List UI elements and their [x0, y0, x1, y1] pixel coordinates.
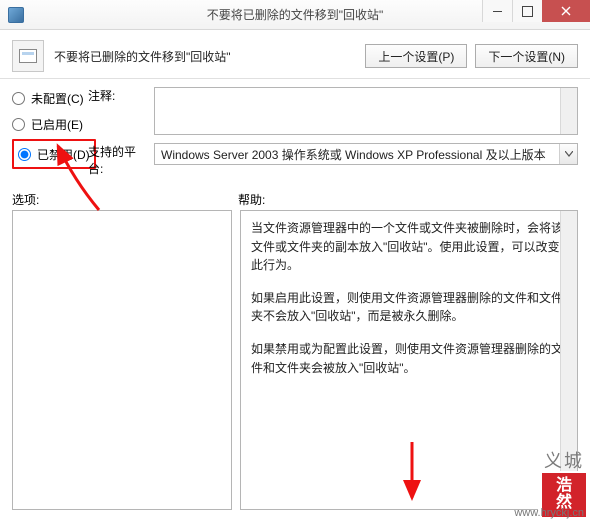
- help-text: 当文件资源管理器中的一个文件或文件夹被删除时，会将该文件或文件夹的副本放入"回收…: [251, 219, 567, 377]
- header-title: 不要将已删除的文件移到"回收站": [54, 48, 355, 65]
- radio-disabled-label: 已禁用(D): [37, 146, 90, 163]
- radio-unconfigured-label: 未配置(C): [31, 90, 84, 107]
- radio-unconfigured-input[interactable]: [12, 92, 25, 105]
- platform-combo[interactable]: Windows Server 2003 操作系统或 Windows XP Pro…: [154, 143, 578, 165]
- watermark-side-text: 义城: [544, 447, 584, 473]
- comment-scrollbar[interactable]: [560, 88, 577, 134]
- comment-row: 注释:: [158, 87, 578, 135]
- minimize-button[interactable]: [482, 0, 512, 22]
- help-panel: 当文件资源管理器中的一个文件或文件夹被删除时，会将该文件或文件夹的副本放入"回收…: [240, 210, 578, 510]
- window-buttons: [482, 0, 590, 22]
- help-label: 帮助:: [238, 191, 578, 208]
- close-button[interactable]: [542, 0, 590, 22]
- options-panel: [12, 210, 232, 510]
- comment-label: 注释:: [88, 87, 146, 104]
- highlight-box: 已禁用(D): [12, 139, 96, 169]
- platform-value: Windows Server 2003 操作系统或 Windows XP Pro…: [161, 146, 546, 163]
- radio-disabled-input[interactable]: [18, 148, 31, 161]
- previous-setting-button[interactable]: 上一个设置(P): [365, 44, 467, 68]
- panels: 当文件资源管理器中的一个文件或文件夹被删除时，会将该文件或文件夹的副本放入"回收…: [0, 210, 590, 510]
- comment-textarea[interactable]: [154, 87, 578, 135]
- help-paragraph-1: 当文件资源管理器中的一个文件或文件夹被删除时，会将该文件或文件夹的副本放入"回收…: [251, 219, 567, 275]
- policy-icon: [12, 40, 44, 72]
- header-row: 不要将已删除的文件移到"回收站" 上一个设置(P) 下一个设置(N): [0, 30, 590, 79]
- radio-disabled[interactable]: 已禁用(D): [18, 143, 90, 165]
- titlebar: 不要将已删除的文件移到"回收站": [0, 0, 590, 30]
- maximize-button[interactable]: [512, 0, 542, 22]
- radio-enabled[interactable]: 已启用(E): [12, 113, 142, 135]
- chevron-down-icon: [559, 144, 577, 164]
- options-label: 选项:: [12, 191, 238, 208]
- app-icon: [8, 7, 24, 23]
- body: 未配置(C) 已启用(E) 已禁用(D) 注释: 支持的平台:: [0, 79, 590, 185]
- watermark-url: www.hryckj.cn: [514, 507, 584, 519]
- help-paragraph-2: 如果启用此设置，则使用文件资源管理器删除的文件和文件夹不会放入"回收站"，而是被…: [251, 289, 567, 326]
- right-column: 注释: 支持的平台: Windows Server 2003 操作系统或 Win…: [158, 87, 578, 185]
- help-paragraph-3: 如果禁用或为配置此设置，则使用文件资源管理器删除的文件和文件夹会被放入"回收站"…: [251, 340, 567, 377]
- lower-labels: 选项: 帮助:: [0, 185, 590, 210]
- platform-row: 支持的平台: Windows Server 2003 操作系统或 Windows…: [158, 143, 578, 177]
- next-setting-button[interactable]: 下一个设置(N): [475, 44, 578, 68]
- radio-enabled-label: 已启用(E): [31, 116, 83, 133]
- radio-enabled-input[interactable]: [12, 118, 25, 131]
- platform-label: 支持的平台:: [88, 143, 146, 177]
